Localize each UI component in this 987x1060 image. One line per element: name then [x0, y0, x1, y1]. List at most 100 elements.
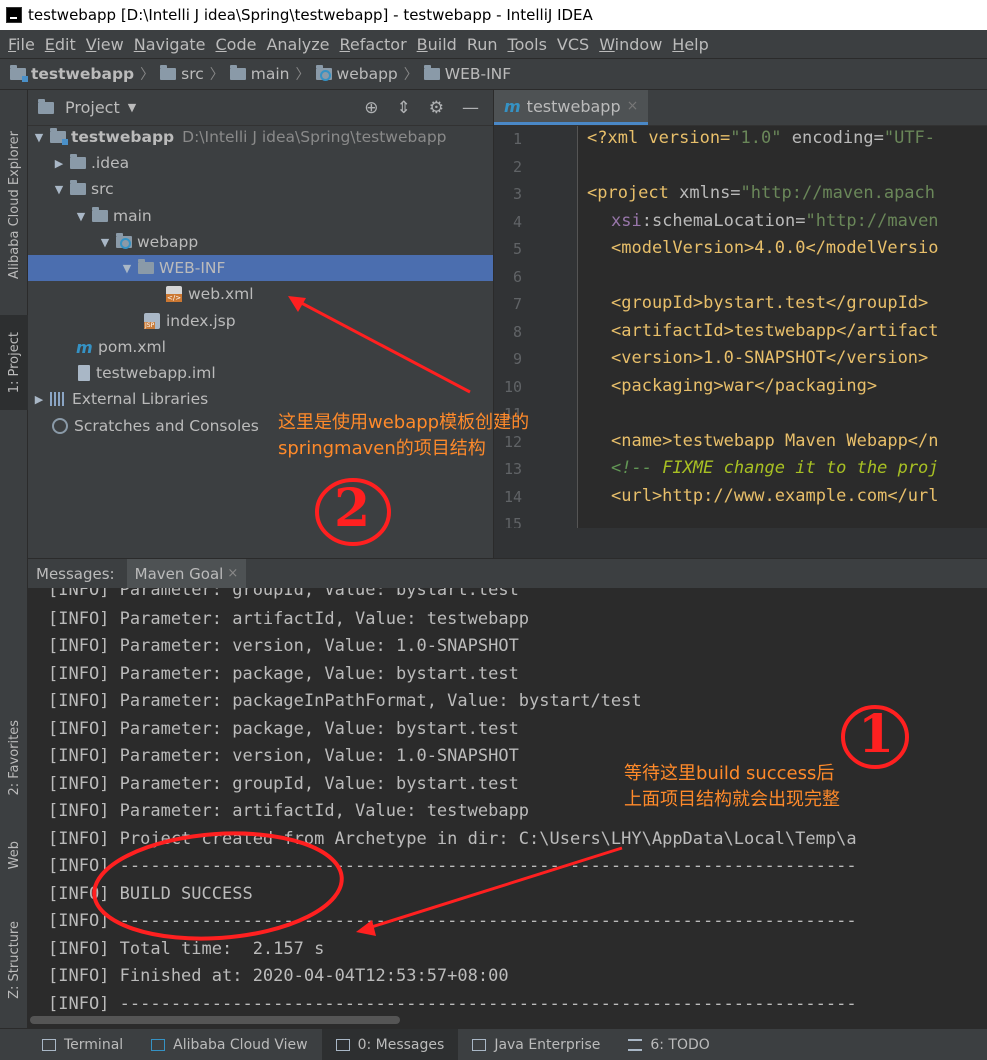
- menu-navigate[interactable]: Navigate: [134, 35, 206, 54]
- tree-item-webinf[interactable]: ▼ WEB-INF: [28, 255, 493, 281]
- folder-icon: [70, 180, 86, 195]
- menu-tools[interactable]: Tools: [508, 35, 547, 54]
- menu-code[interactable]: Code: [216, 35, 257, 54]
- tree-item-src[interactable]: ▼ src: [52, 176, 114, 202]
- close-icon[interactable]: ×: [627, 98, 639, 114]
- jsp-file-icon: [144, 313, 160, 329]
- tree-item-main[interactable]: ▼ main: [74, 203, 152, 229]
- console-line: [INFO] ---------------------------------…: [48, 911, 857, 931]
- line-number: 5: [512, 240, 522, 258]
- tree-item-external-libraries[interactable]: ▶ External Libraries: [32, 386, 208, 412]
- chevron-right-icon: 〉: [209, 67, 224, 83]
- tab-project[interactable]: 1: Project: [0, 315, 28, 410]
- expand-arrow-icon[interactable]: ▼: [98, 236, 112, 249]
- tree-item-iml[interactable]: testwebapp.iml: [78, 360, 216, 386]
- console-horizontal-scrollbar[interactable]: [30, 1016, 400, 1024]
- line-number: 9: [512, 350, 522, 368]
- console-line: [INFO] Parameter: groupId, Value: bystar…: [48, 774, 519, 794]
- annotation-mark-one: 1: [858, 704, 895, 765]
- tab-java-enterprise[interactable]: Java Enterprise: [458, 1029, 614, 1060]
- close-icon[interactable]: ×: [227, 566, 238, 581]
- collapse-all-icon[interactable]: ⇕: [397, 98, 411, 118]
- menu-window[interactable]: Window: [599, 35, 662, 54]
- messages-console[interactable]: [INFO] Parameter: groupId, Value: bystar…: [28, 588, 987, 1028]
- locate-icon[interactable]: ⊕: [364, 98, 378, 118]
- line-number: 6: [512, 268, 522, 286]
- window-title: testwebapp [D:\Intelli J idea\Spring\tes…: [28, 6, 593, 24]
- alibaba-cloud-icon: [151, 1038, 166, 1051]
- console-line: [INFO] Parameter: artifactId, Value: tes…: [48, 801, 530, 821]
- editor-tab-pom[interactable]: m testwebapp ×: [494, 90, 649, 125]
- code-line: <groupId>bystart.test</groupId>: [611, 293, 929, 313]
- iml-file-icon: [78, 365, 90, 381]
- tree-item-pom[interactable]: m pom.xml: [76, 334, 166, 360]
- menu-run[interactable]: Run: [467, 35, 498, 54]
- line-number: 8: [512, 323, 522, 341]
- expand-arrow-icon[interactable]: ▼: [120, 262, 134, 275]
- left-tool-strip: Alibaba Cloud Explorer 1: Project 2: Fav…: [0, 90, 28, 1030]
- tab-alibaba-cloud-view[interactable]: Alibaba Cloud View: [137, 1029, 321, 1060]
- editor-tab-bar: m testwebapp ×: [494, 90, 987, 126]
- minimize-icon[interactable]: —: [462, 98, 479, 118]
- tree-item-index-jsp[interactable]: index.jsp: [144, 308, 236, 334]
- menu-view[interactable]: View: [86, 35, 124, 54]
- tab-terminal[interactable]: Terminal: [28, 1029, 137, 1060]
- console-line: [INFO] ---------------------------------…: [48, 856, 857, 876]
- messages-header: Messages: Maven Goal ×: [28, 558, 987, 589]
- tab-todo[interactable]: 6: TODO: [614, 1029, 723, 1060]
- project-panel-header: Project ▼ ⊕ ⇕ ⚙ —: [28, 90, 493, 126]
- tree-item-scratches[interactable]: Scratches and Consoles: [52, 413, 259, 439]
- breadcrumb-src[interactable]: src: [160, 65, 204, 83]
- breadcrumb-project[interactable]: testwebapp: [10, 65, 134, 83]
- tab-alibaba-cloud-explorer[interactable]: Alibaba Cloud Explorer: [0, 120, 28, 290]
- tree-item-root[interactable]: ▼ testwebapp D:\Intelli J idea\Spring\te…: [32, 124, 447, 150]
- code-line: <name>testwebapp Maven Webapp</n: [611, 431, 939, 451]
- tree-item-webapp[interactable]: ▼ webapp: [98, 229, 198, 255]
- breadcrumb-webapp[interactable]: webapp: [315, 65, 398, 83]
- code-line: <version>1.0-SNAPSHOT</version>: [611, 348, 929, 368]
- expand-arrow-icon[interactable]: ▼: [74, 210, 88, 223]
- line-number: 7: [512, 295, 522, 313]
- expand-arrow-icon[interactable]: ▼: [52, 183, 66, 196]
- tab-web[interactable]: Web: [0, 830, 28, 880]
- tab-maven-goal[interactable]: Maven Goal ×: [126, 558, 247, 589]
- menu-edit[interactable]: Edit: [45, 35, 76, 54]
- xml-file-icon: [166, 286, 183, 302]
- messages-label: Messages:: [36, 564, 115, 583]
- line-number: 1: [512, 130, 522, 148]
- menu-help[interactable]: Help: [672, 35, 708, 54]
- project-panel-title[interactable]: Project: [65, 98, 120, 117]
- project-icon: [38, 98, 54, 114]
- breadcrumb-main[interactable]: main: [229, 65, 290, 83]
- collapsed-arrow-icon[interactable]: ▶: [52, 157, 66, 170]
- line-number: 14: [503, 488, 522, 506]
- messages-icon: [335, 1038, 350, 1051]
- tree-item-idea[interactable]: ▶ .idea: [52, 150, 129, 176]
- menu-refactor[interactable]: Refactor: [340, 35, 407, 54]
- menu-vcs[interactable]: VCS: [557, 35, 589, 54]
- collapsed-arrow-icon[interactable]: ▶: [32, 393, 46, 406]
- code-line: <?xml version="1.0" encoding="UTF-: [587, 128, 936, 148]
- chevron-down-icon[interactable]: ▼: [128, 101, 136, 114]
- maven-icon: m: [76, 337, 93, 357]
- folder-icon: [70, 154, 86, 169]
- folder-icon: [160, 65, 177, 80]
- tree-item-web-xml[interactable]: web.xml: [166, 281, 254, 307]
- gear-icon[interactable]: ⚙: [429, 98, 444, 118]
- menu-file[interactable]: File: [8, 35, 35, 54]
- expand-arrow-icon[interactable]: ▼: [32, 131, 46, 144]
- annotation-note-structure: 这里是使用webapp模板创建的 springmaven的项目结构: [278, 412, 530, 459]
- line-number-gutter: 1 2 3 4 5 6 7 8 9 10 11 12 13 14 15: [494, 126, 578, 528]
- editor-scrollbar-area: [494, 528, 987, 558]
- line-number: 3: [512, 185, 522, 203]
- console-line: [INFO] Parameter: version, Value: 1.0-SN…: [48, 746, 519, 766]
- menu-analyze[interactable]: Analyze: [266, 35, 329, 54]
- tab-messages[interactable]: 0: Messages: [321, 1028, 459, 1060]
- menu-build[interactable]: Build: [417, 35, 457, 54]
- code-editor[interactable]: 1 2 3 4 5 6 7 8 9 10 11 12 13 14 15 <?xm…: [494, 126, 987, 528]
- todo-icon: [628, 1038, 643, 1051]
- folder-icon: [138, 259, 154, 274]
- tab-structure[interactable]: Z: Structure: [0, 910, 28, 1010]
- breadcrumb-webinf[interactable]: WEB-INF: [423, 65, 511, 83]
- tab-favorites[interactable]: 2: Favorites: [0, 710, 28, 805]
